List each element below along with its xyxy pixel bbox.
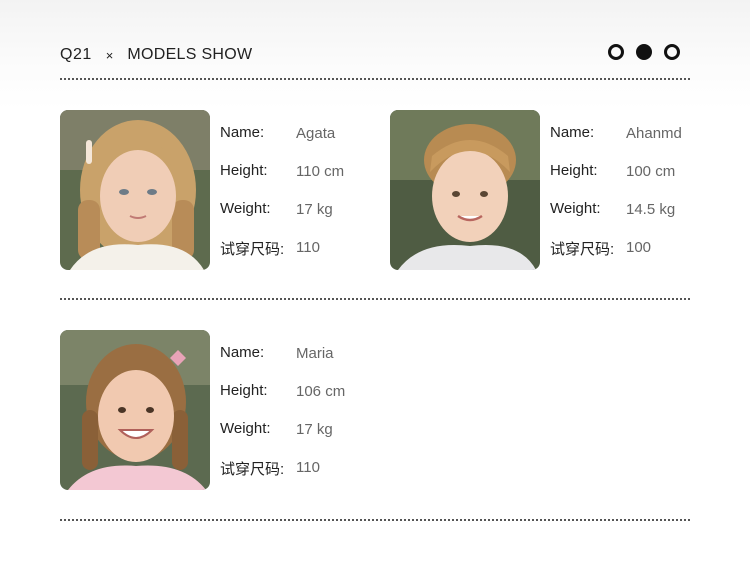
height-row: Height: 106 cm <box>220 382 420 420</box>
name-label: Name: <box>220 124 265 141</box>
divider-top <box>60 78 690 80</box>
name-value: Ahanmd <box>626 125 682 142</box>
size-row: 试穿尺码: 110 <box>220 458 420 496</box>
size-value: 100 <box>626 239 652 256</box>
size-value: 110 <box>296 459 320 476</box>
size-row: 试穿尺码: 100 <box>550 238 750 276</box>
page-title: MODELS SHOW <box>127 46 253 63</box>
model-card-ahanmd: Name: Ahanmd Height: 100 cm Weight: 14.5… <box>390 110 710 270</box>
pager-dot-2-active[interactable] <box>636 44 652 60</box>
size-label: 试穿尺码: <box>550 241 615 258</box>
model-photo-ahanmd <box>390 110 540 270</box>
height-value: 110 cm <box>296 163 345 180</box>
model-photo-maria <box>60 330 210 490</box>
height-value: 106 cm <box>296 383 346 400</box>
divider-middle <box>60 298 690 300</box>
name-label: Name: <box>550 124 595 141</box>
weight-row: Weight: 17 kg <box>220 420 420 458</box>
separator-mark: × <box>105 47 114 63</box>
model-card-agata: Name: Agata Height: 110 cm Weight: 17 kg… <box>60 110 380 270</box>
height-label: Height: <box>220 162 268 179</box>
model-card-maria: Name: Maria Height: 106 cm Weight: 17 kg… <box>60 330 380 490</box>
pager-dot-1[interactable] <box>608 44 624 60</box>
size-label: 试穿尺码: <box>220 241 285 258</box>
height-value: 100 cm <box>626 163 676 180</box>
model-info-maria: Name: Maria Height: 106 cm Weight: 17 kg… <box>220 344 420 496</box>
size-label: 试穿尺码: <box>220 461 285 478</box>
season-code: Q21 <box>60 46 92 63</box>
size-value: 110 <box>296 239 320 256</box>
height-label: Height: <box>550 162 598 179</box>
name-row: Name: Maria <box>220 344 420 382</box>
model-photo-agata <box>60 110 210 270</box>
height-row: Height: 100 cm <box>550 162 750 200</box>
weight-label: Weight: <box>550 200 601 217</box>
model-info-ahanmd: Name: Ahanmd Height: 100 cm Weight: 14.5… <box>550 124 750 276</box>
weight-label: Weight: <box>220 200 271 217</box>
pager-dots <box>608 44 680 60</box>
weight-value: 17 kg <box>296 201 333 218</box>
weight-value: 17 kg <box>296 421 333 438</box>
name-value: Agata <box>296 125 336 142</box>
page-header: Q21 × MODELS SHOW <box>60 44 690 66</box>
weight-value: 14.5 kg <box>626 201 676 218</box>
divider-bottom <box>60 519 690 521</box>
weight-row: Weight: 14.5 kg <box>550 200 750 238</box>
height-label: Height: <box>220 382 268 399</box>
name-label: Name: <box>220 344 265 361</box>
name-row: Name: Ahanmd <box>550 124 750 162</box>
weight-label: Weight: <box>220 420 271 437</box>
pager-dot-3[interactable] <box>664 44 680 60</box>
name-value: Maria <box>296 345 334 362</box>
